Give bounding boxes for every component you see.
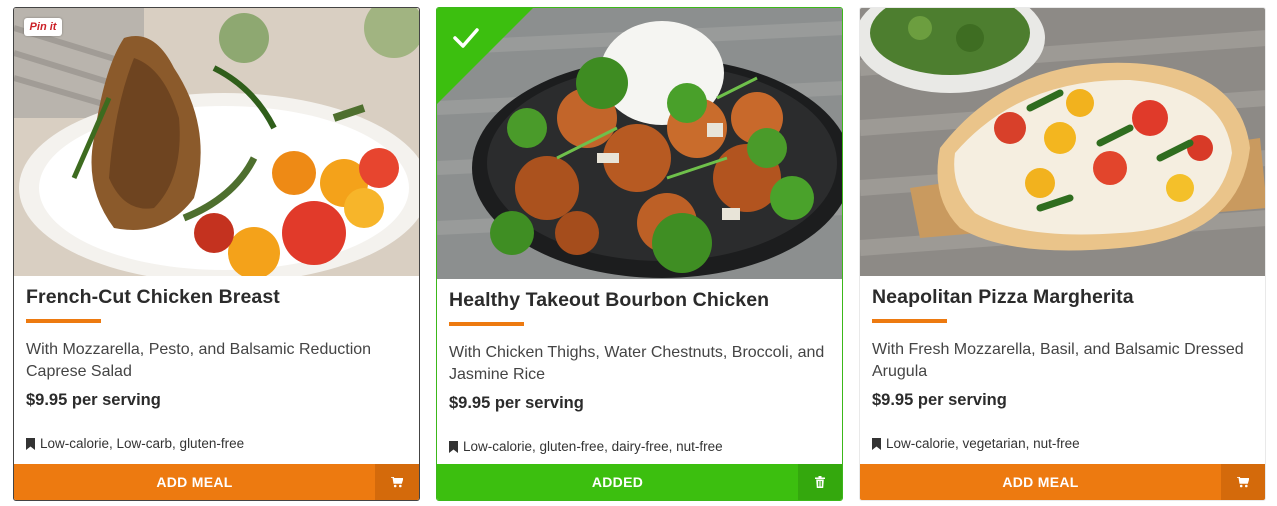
added-button[interactable]: ADDED [437, 464, 798, 500]
title-underline [872, 319, 947, 323]
meal-price: $9.95 per serving [26, 391, 161, 409]
meal-title: Healthy Takeout Bourbon Chicken [449, 289, 770, 311]
title-underline [26, 319, 101, 323]
add-meal-button[interactable]: ADD MEAL [14, 464, 375, 500]
meal-tags: Low-calorie, gluten-free, dairy-free, nu… [449, 439, 723, 454]
meal-price: $9.95 per serving [872, 391, 1007, 409]
meal-tags: Low-calorie, vegetarian, nut-free [872, 436, 1080, 451]
title-underline [449, 322, 524, 326]
meal-description: With Chicken Thighs, Water Chestnuts, Br… [449, 344, 825, 383]
add-meal-bar: ADD MEAL [860, 464, 1265, 500]
add-meal-button[interactable]: ADD MEAL [860, 464, 1221, 500]
meal-card-selected: Healthy Takeout Bourbon Chicken With Chi… [436, 7, 843, 501]
meal-photo-bourbon-chicken [437, 8, 842, 279]
meal-photo-chicken-breast: Pin it [14, 8, 419, 276]
cart-button[interactable] [1221, 464, 1265, 500]
cart-icon [391, 476, 403, 487]
remove-button[interactable] [798, 464, 842, 500]
cart-button[interactable] [375, 464, 419, 500]
trash-icon [815, 476, 825, 488]
meal-tags-text: Low-calorie, Low-carb, gluten-free [40, 436, 245, 451]
selected-check-badge [437, 8, 533, 104]
added-meal-bar: ADDED [437, 464, 842, 500]
meal-description: With Fresh Mozzarella, Basil, and Balsam… [872, 341, 1244, 380]
add-meal-bar: ADD MEAL [14, 464, 419, 500]
bookmark-icon [449, 440, 458, 453]
meal-tags-text: Low-calorie, vegetarian, nut-free [886, 436, 1080, 451]
meal-description: With Mozzarella, Pesto, and Balsamic Red… [26, 341, 372, 380]
bookmark-icon [26, 437, 35, 450]
meal-title: French-Cut Chicken Breast [26, 286, 280, 308]
meal-tags-text: Low-calorie, gluten-free, dairy-free, nu… [463, 439, 723, 454]
meal-price: $9.95 per serving [449, 394, 584, 412]
meal-card: Pin it French-Cut Chicken Breast With Mo… [13, 7, 420, 501]
pinterest-pin-button[interactable]: Pin it [24, 18, 62, 36]
meal-photo-pizza-margherita [860, 8, 1265, 276]
cart-icon [1237, 476, 1249, 487]
meal-tags: Low-calorie, Low-carb, gluten-free [26, 436, 244, 451]
bookmark-icon [872, 437, 881, 450]
meal-title: Neapolitan Pizza Margherita [872, 286, 1134, 308]
meal-card: Neapolitan Pizza Margherita With Fresh M… [859, 7, 1266, 501]
